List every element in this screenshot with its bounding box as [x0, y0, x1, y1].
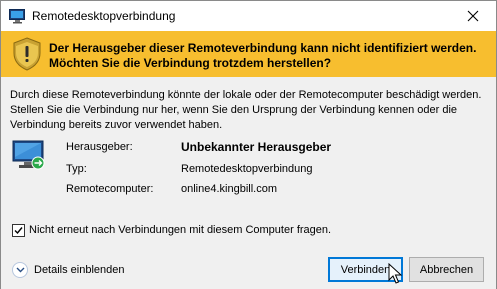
- cancel-button[interactable]: Abbrechen: [409, 257, 484, 282]
- remote-computer-label: Remotecomputer:: [66, 183, 154, 195]
- publisher-value: Unbekannter Herausgeber: [181, 140, 332, 154]
- publisher-label: Herausgeber:: [66, 141, 133, 153]
- warning-message: Der Herausgeber dieser Remoteverbindung …: [49, 41, 477, 70]
- checkmark-icon: [14, 226, 23, 234]
- warning-banner: Der Herausgeber dieser Remoteverbindung …: [1, 31, 496, 77]
- close-button[interactable]: [450, 1, 496, 31]
- dont-ask-again-checkbox[interactable]: [12, 223, 25, 237]
- dont-ask-again-label: Nicht erneut nach Verbindungen mit diese…: [29, 224, 332, 236]
- show-details-label[interactable]: Details einblenden: [34, 264, 125, 276]
- show-details-toggle[interactable]: Details einblenden: [12, 262, 125, 278]
- warning-shield-icon: [12, 37, 42, 71]
- type-value: Remotedesktopverbindung: [181, 163, 313, 175]
- dialog-content: Durch diese Remoteverbindung könnte der …: [1, 77, 496, 289]
- warning-description: Durch diese Remoteverbindung könnte der …: [10, 89, 482, 131]
- remote-computer-icon: [12, 139, 46, 173]
- window-title: Remotedesktopverbindung: [32, 9, 176, 23]
- remote-computer-value: online4.kingbill.com: [181, 183, 277, 195]
- dialog-footer: Details einblenden Verbinden Abbrechen: [1, 249, 496, 289]
- close-icon: [467, 10, 479, 22]
- remote-desktop-icon: [9, 8, 26, 24]
- mouse-pointer-icon: [388, 262, 403, 285]
- title-bar: Remotedesktopverbindung: [1, 1, 496, 31]
- chevron-down-icon[interactable]: [12, 262, 28, 278]
- remote-desktop-dialog: Remotedesktopverbindung Der Herausgeber …: [0, 0, 497, 289]
- type-label: Typ:: [66, 163, 87, 175]
- dont-ask-again-row[interactable]: Nicht erneut nach Verbindungen mit diese…: [12, 223, 331, 237]
